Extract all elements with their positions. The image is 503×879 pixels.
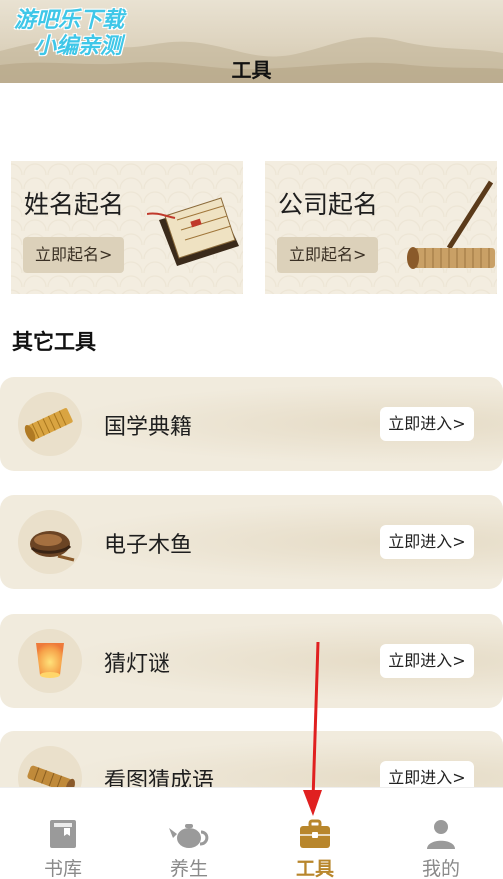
header-banner: 游吧乐下载 小编亲测 工具 — [0, 0, 503, 83]
company-naming-card[interactable]: 公司起名 立即起名> — [265, 161, 497, 294]
tool-row-lantern-riddles[interactable]: 猜灯谜 立即进入> — [0, 614, 503, 708]
tool-label-classics: 国学典籍 — [104, 415, 193, 440]
enter-button-wooden-fish[interactable]: 立即进入> — [380, 525, 474, 559]
person-naming-title: 姓名起名 — [24, 190, 125, 219]
user-icon — [427, 820, 455, 849]
teapot-icon — [169, 824, 209, 848]
toolbox-icon — [300, 819, 330, 848]
tab-label-health: 养生 — [169, 858, 208, 879]
brush-and-scroll-icon — [407, 180, 495, 269]
watermark-line-1: 游吧乐下载 — [14, 8, 125, 33]
red-arrow-annotation — [303, 641, 322, 816]
tab-label-library: 书库 — [43, 858, 82, 879]
tool-row-classics[interactable]: 国学典籍 立即进入> — [0, 377, 503, 471]
sky-lantern-icon — [36, 643, 64, 678]
page-title: 工具 — [231, 58, 272, 82]
tool-row-wooden-fish[interactable]: 电子木鱼 立即进入> — [0, 495, 503, 589]
company-naming-button[interactable]: 立即起名> — [277, 237, 379, 273]
tab-profile[interactable]: 我的 — [378, 788, 503, 879]
person-naming-card[interactable]: 姓名起名 立即起名> — [11, 161, 243, 294]
wooden-fish-icon — [30, 531, 75, 562]
bamboo-scroll-icon — [24, 408, 73, 442]
tab-library[interactable]: 书库 — [0, 788, 126, 879]
ancient-book-icon — [147, 197, 239, 266]
tab-label-profile: 我的 — [421, 858, 460, 879]
enter-button-classics[interactable]: 立即进入> — [380, 407, 474, 441]
tool-icon-ring — [18, 629, 82, 693]
enter-button-lantern-riddles[interactable]: 立即进入> — [380, 644, 474, 678]
company-naming-title: 公司起名 — [278, 190, 379, 219]
tool-icon-ring — [18, 510, 82, 574]
other-tools-heading: 其它工具 — [12, 330, 96, 354]
bottom-tab-bar: 书库 养生 工具 我的 — [0, 787, 503, 879]
tab-health[interactable]: 养生 — [126, 788, 252, 879]
tab-label-tools: 工具 — [295, 858, 334, 879]
tool-label-wooden-fish: 电子木鱼 — [104, 533, 193, 558]
book-icon — [50, 820, 76, 848]
watermark: 游吧乐下载 小编亲测 — [14, 8, 124, 60]
tool-label-lantern-riddles: 猜灯谜 — [104, 652, 171, 677]
person-naming-button[interactable]: 立即起名> — [23, 237, 125, 273]
tool-icon-ring — [18, 392, 82, 456]
